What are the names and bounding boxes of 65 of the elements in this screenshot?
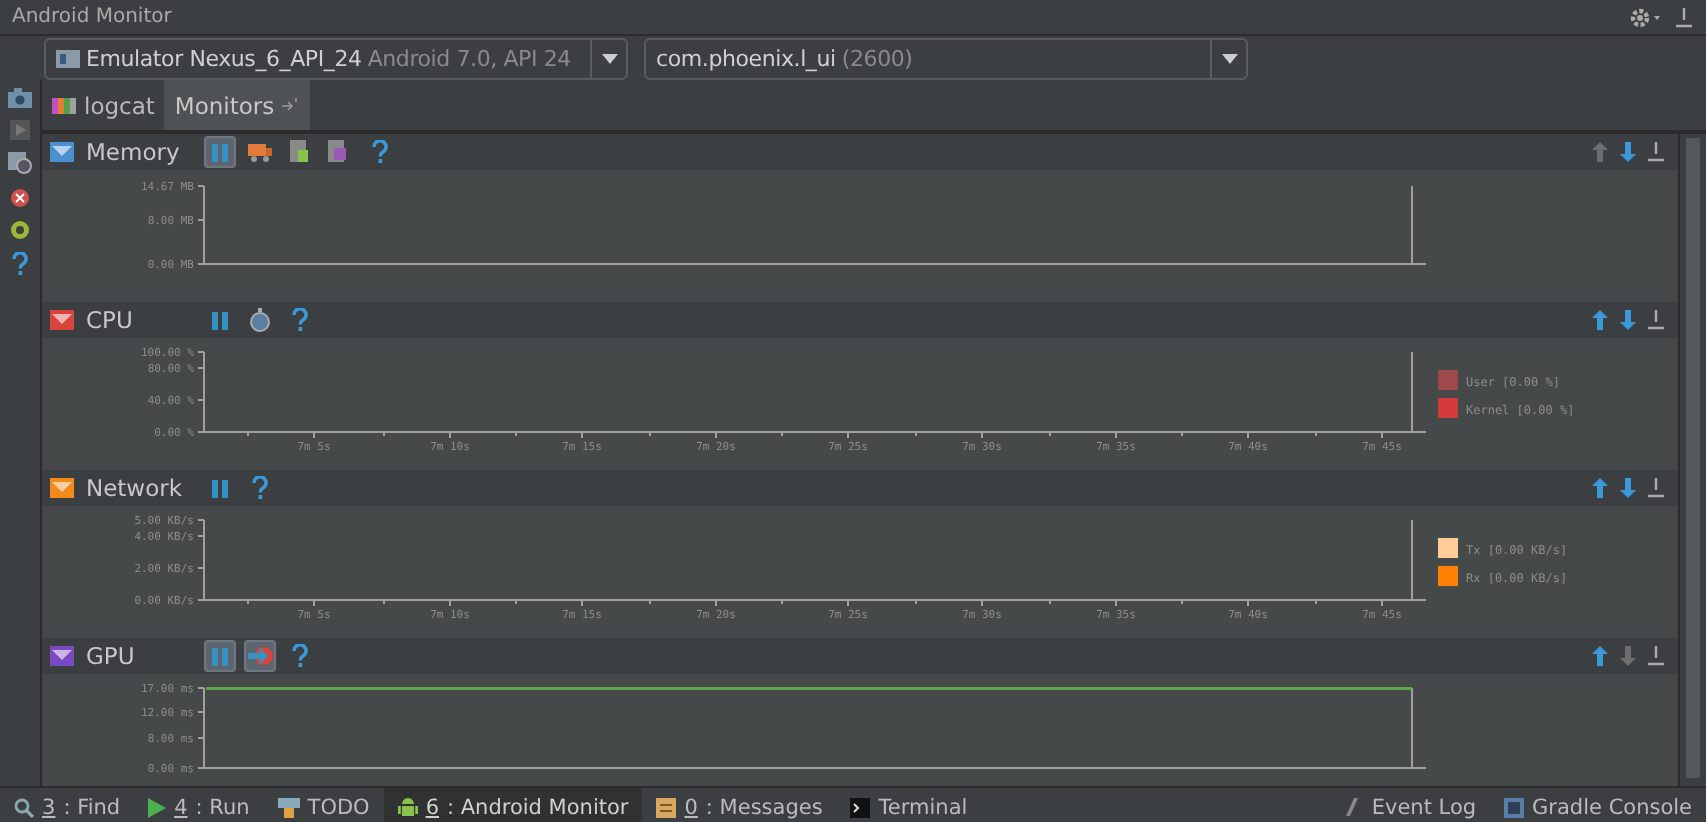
caret-icon <box>601 53 617 63</box>
move-up-icon[interactable] <box>1590 310 1610 330</box>
minimize-icon[interactable] <box>1674 7 1694 27</box>
move-up-icon[interactable] <box>1590 646 1610 666</box>
truck-icon <box>248 142 272 162</box>
help-icon <box>252 476 268 500</box>
network-icon[interactable] <box>10 220 30 240</box>
play-icon <box>148 797 167 817</box>
help-icon <box>292 308 308 332</box>
minimize-icon[interactable] <box>1646 478 1666 498</box>
minimize-icon[interactable] <box>1646 646 1666 666</box>
android-icon <box>397 797 418 817</box>
tool-window-button[interactable]: 4 : Run <box>134 788 264 822</box>
caret-icon <box>1221 53 1237 63</box>
pause-icon <box>210 142 230 162</box>
minimize-icon[interactable] <box>1646 142 1666 162</box>
pause-icon <box>210 478 230 498</box>
monitor-title: Memory <box>86 138 182 166</box>
device-detail: Android 7.0, API 24 <box>367 45 571 71</box>
process-name: com.phoenix.l_ui <box>656 45 836 71</box>
minimize-icon[interactable] <box>1646 310 1666 330</box>
pin-icon[interactable] <box>282 98 301 112</box>
tool-window-button[interactable]: 0 : Messages <box>642 788 837 822</box>
device-name: Emulator Nexus_6_API_24 <box>86 45 362 71</box>
window-title: Android Monitor <box>12 6 174 28</box>
move-down-icon[interactable] <box>1618 478 1638 498</box>
logcat-icon <box>52 97 76 113</box>
tool-window-button[interactable]: Terminal <box>836 788 982 822</box>
help-icon <box>372 140 388 164</box>
stop-icon[interactable] <box>10 188 30 208</box>
tool-window-button[interactable]: Event Log <box>1331 788 1491 822</box>
search-icon <box>14 797 34 817</box>
camera-icon[interactable] <box>8 88 32 108</box>
terminal-icon <box>850 797 871 817</box>
allocation-icon <box>328 140 352 164</box>
tool-window-button[interactable]: TODO <box>263 788 384 822</box>
process-dropdown[interactable]: com.phoenix.l_ui (2600) <box>644 37 1248 79</box>
pause-icon <box>210 646 230 666</box>
heap-dump-icon <box>290 140 310 164</box>
monitor-title: GPU <box>86 642 137 670</box>
screen-record-icon[interactable] <box>7 152 33 176</box>
tab[interactable]: Monitors <box>164 80 311 130</box>
move-down-icon[interactable] <box>1618 310 1638 330</box>
arrow-icon <box>247 646 273 666</box>
tool-window-button[interactable]: Gradle Console <box>1490 788 1706 822</box>
device-dropdown[interactable]: Emulator Nexus_6_API_24 Android 7.0, API 24 <box>44 37 628 79</box>
monitor-title: Network <box>86 474 185 502</box>
monitor-title: CPU <box>86 306 135 334</box>
todo-icon <box>277 797 300 817</box>
pause-icon <box>210 310 230 330</box>
toolbar-button[interactable] <box>244 304 276 336</box>
process-id: (2600) <box>841 45 913 71</box>
scrollbar[interactable] <box>1686 138 1700 778</box>
move-down-icon[interactable] <box>1618 142 1638 162</box>
gradle-console-icon <box>1504 797 1525 817</box>
device-icon <box>56 49 80 67</box>
tool-window-button[interactable]: 3 : Find <box>0 788 135 822</box>
stopwatch-icon <box>248 308 272 332</box>
event-log-icon <box>1345 798 1364 816</box>
tool-window-button[interactable]: 6 : Android Monitor <box>383 788 643 822</box>
move-up-icon[interactable] <box>1590 478 1610 498</box>
tab[interactable]: logcat <box>42 80 165 130</box>
help-icon[interactable] <box>12 252 28 276</box>
help-icon <box>292 644 308 668</box>
messages-icon <box>656 797 677 817</box>
